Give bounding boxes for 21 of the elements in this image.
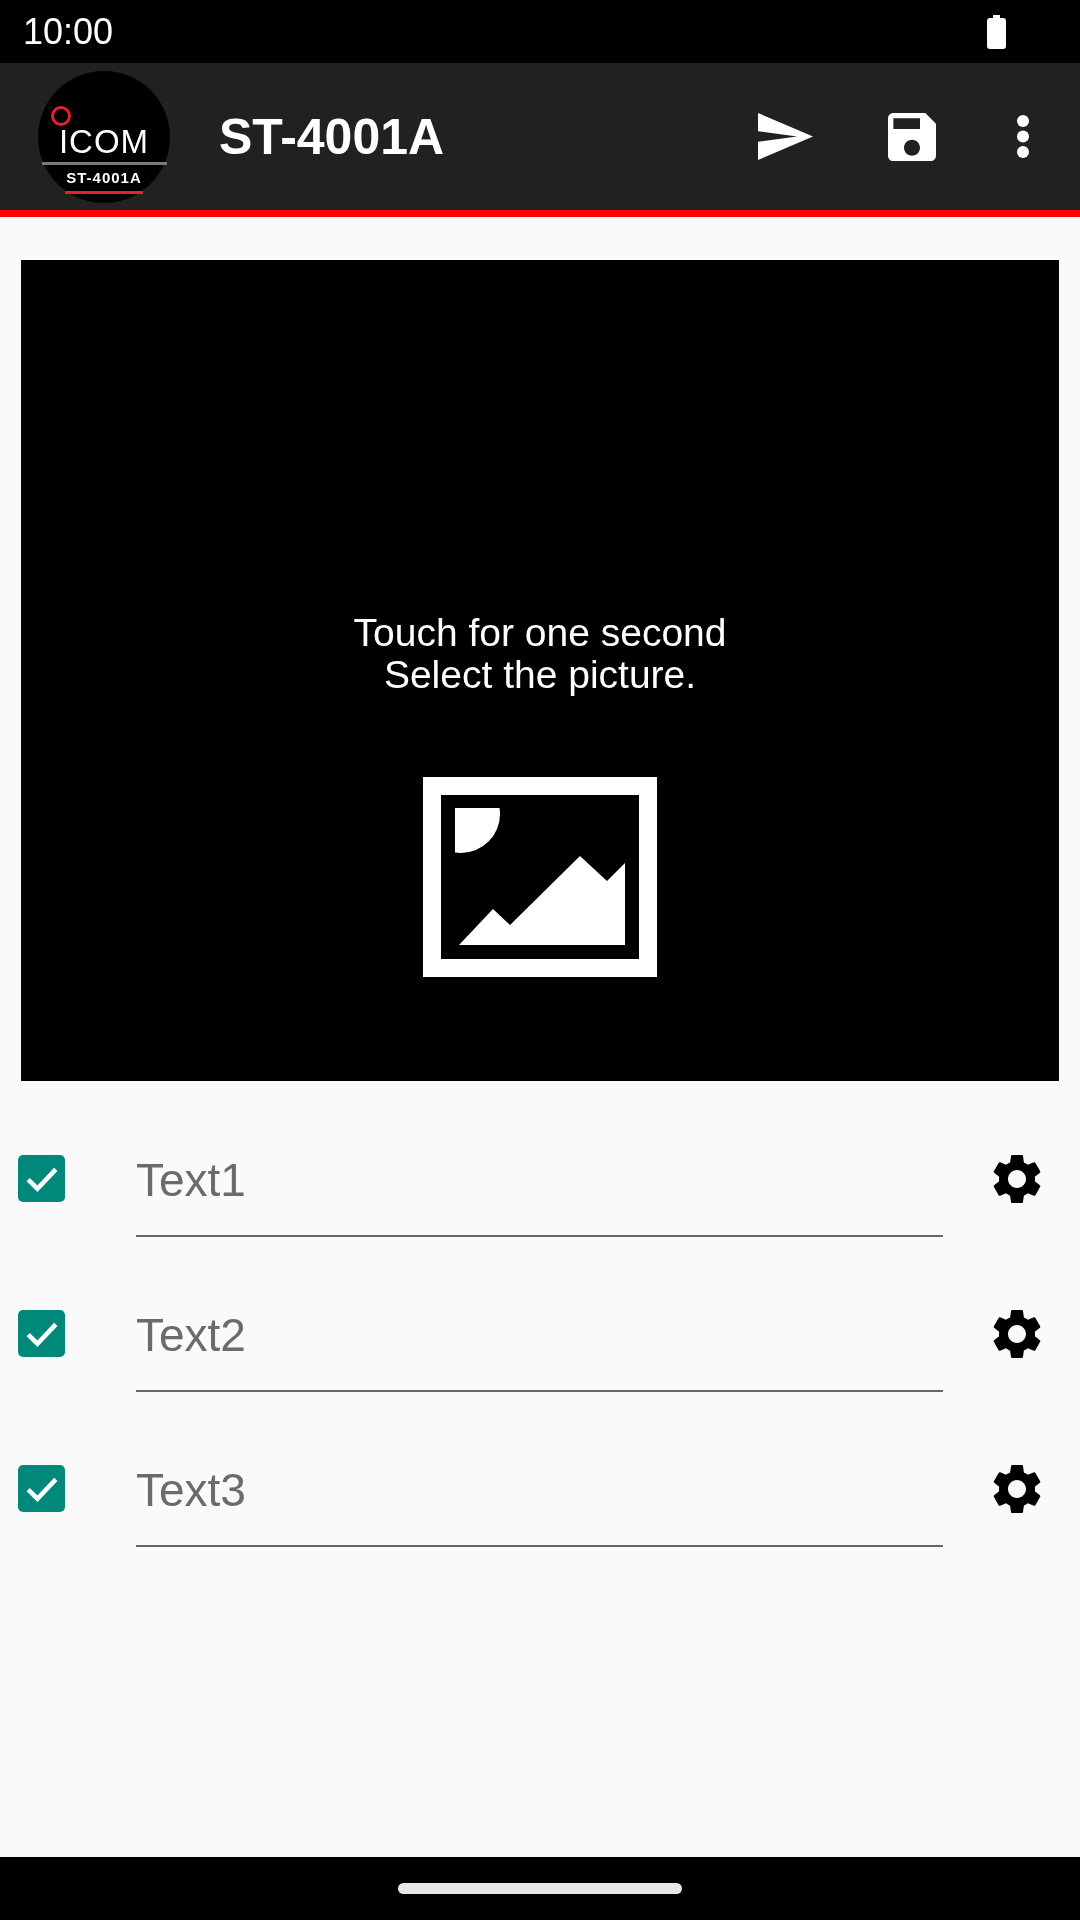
checkbox[interactable] [18,1310,65,1357]
image-icon [423,777,657,977]
send-icon[interactable] [758,113,813,160]
save-icon[interactable] [888,112,936,161]
picture-area[interactable]: Touch for one second Select the picture. [21,260,1059,1081]
ring-icon [51,105,71,126]
instruction-text: Touch for one second Select the picture. [353,612,727,696]
text-input-field[interactable]: Text1 [136,1140,943,1237]
app-title: ST-4001A [219,107,445,167]
settings-icon[interactable] [992,1154,1042,1204]
text-input-field[interactable]: Text2 [136,1295,943,1392]
logo-brand-text: ICOM [58,124,150,158]
settings-icon[interactable] [992,1309,1042,1359]
logo-model-text: ST-4001A [66,169,142,185]
text-input-field[interactable]: Text3 [136,1450,943,1547]
checkbox[interactable] [18,1465,65,1512]
battery-icon [987,14,1006,49]
status-time: 10:00 [23,11,114,52]
checkbox[interactable] [18,1155,65,1202]
more-options-icon[interactable] [1017,115,1029,158]
settings-icon[interactable] [992,1464,1042,1514]
